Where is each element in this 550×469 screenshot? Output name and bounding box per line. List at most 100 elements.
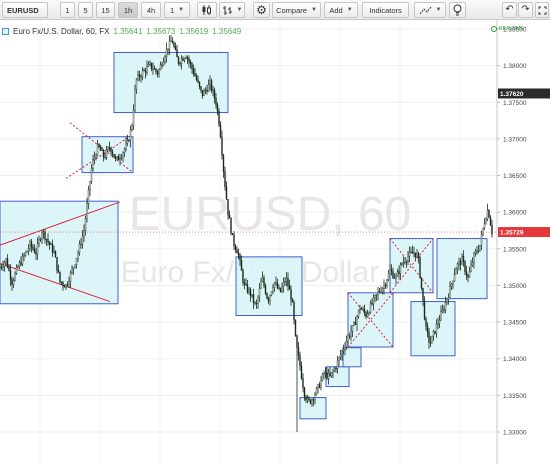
candle-body <box>51 243 54 253</box>
candle-body <box>225 186 228 200</box>
candle-body <box>216 104 219 112</box>
rectangle-drawing <box>342 347 362 368</box>
candle-body <box>347 335 349 342</box>
candle-body <box>366 313 369 317</box>
candle-body <box>438 319 441 324</box>
candle-body <box>446 299 448 303</box>
candle-body <box>255 302 258 304</box>
candle-body <box>219 124 222 138</box>
candle-body <box>462 256 465 262</box>
candle-body <box>12 280 15 285</box>
candle-body <box>218 111 220 125</box>
interval-1h-button[interactable]: 1h <box>118 2 138 18</box>
candle-body <box>228 214 231 219</box>
compare-button[interactable]: Compare ▼ <box>272 2 321 18</box>
symbol-input[interactable]: EURUSD <box>2 2 48 18</box>
candle-body <box>399 264 402 274</box>
candle-body <box>350 331 352 337</box>
candle-body <box>384 285 387 287</box>
drawing-tools-dropdown[interactable]: ▼ <box>414 2 446 18</box>
candle-body <box>465 271 468 276</box>
price-tick-label: 1.37500 <box>503 100 527 107</box>
candle-body <box>171 41 174 44</box>
candle-body <box>380 291 382 293</box>
series-legend[interactable]: Euro Fx/U.S. Dollar, 60, FX 1.35641 1.35… <box>2 25 241 37</box>
alert-button[interactable] <box>449 2 466 18</box>
candle-body <box>413 252 415 254</box>
candle-body <box>326 372 328 379</box>
candle-body <box>270 291 273 296</box>
chart-type-dropdown[interactable]: ▼ <box>219 2 245 18</box>
candle-body <box>279 287 282 292</box>
candle-body <box>261 277 264 282</box>
candle-body <box>188 58 190 63</box>
candle-body <box>167 48 169 50</box>
candle-body <box>401 263 403 265</box>
candle-body <box>372 297 375 305</box>
candle-body <box>242 270 244 283</box>
candle-body <box>30 241 33 248</box>
candle-body <box>93 157 96 160</box>
settings-button[interactable]: ⚙ <box>253 2 270 18</box>
candle-body <box>485 219 487 224</box>
watermark-symbol: EURUSD, 60 <box>129 188 412 241</box>
candle-body <box>134 88 136 111</box>
undo-button[interactable]: ↶ <box>502 2 517 18</box>
candle-body <box>132 110 135 127</box>
candle-body <box>144 70 147 73</box>
candle-body <box>416 253 418 258</box>
interval-5m-button[interactable]: 5 <box>78 2 93 18</box>
candle-body <box>143 70 145 72</box>
candle-body <box>378 291 381 293</box>
candle-body <box>476 251 478 253</box>
candle-body <box>122 152 124 158</box>
fullscreen-button[interactable] <box>535 2 549 18</box>
candle-body <box>183 58 186 61</box>
redo-icon: ↷ <box>521 4 530 15</box>
rectangle-drawing <box>81 136 134 174</box>
candle-body <box>201 90 204 97</box>
add-button[interactable]: Add ▼ <box>324 2 358 18</box>
interval-dropdown[interactable]: 1 ▼ <box>164 2 190 18</box>
candle-body <box>137 74 139 80</box>
chart-style-button[interactable] <box>197 2 217 18</box>
chart-area[interactable]: EURUSD, 60 Euro Fx/U.S. Dollar 1.385001.… <box>0 20 550 464</box>
candle-body <box>114 157 117 159</box>
candle-body <box>42 231 45 233</box>
candle-body <box>3 262 6 267</box>
candle-body <box>66 284 69 286</box>
price-tick-label: 1.34000 <box>503 356 527 363</box>
indicators-button[interactable]: Indicators <box>362 2 409 18</box>
interval-15m-button[interactable]: 15 <box>96 2 115 18</box>
candle-body <box>209 80 211 85</box>
candle-body <box>320 379 322 388</box>
chevron-down-icon: ▼ <box>435 7 442 13</box>
candle-body <box>450 283 453 287</box>
candle-body <box>2 266 4 268</box>
candle-body <box>168 40 171 50</box>
redo-button[interactable]: ↷ <box>518 2 533 18</box>
candle-body <box>72 267 75 270</box>
candle-body <box>203 90 205 97</box>
candle-body <box>246 284 249 293</box>
candle-body <box>222 155 225 172</box>
candle-body <box>146 66 148 73</box>
candle-body <box>305 396 307 401</box>
price-tick-label: 1.35000 <box>503 283 527 290</box>
candle-body <box>210 80 213 91</box>
candle-body <box>194 73 196 77</box>
candle-body <box>84 218 87 232</box>
candle-body <box>474 251 477 254</box>
interval-4h-button[interactable]: 4h <box>141 2 161 18</box>
candle-body <box>185 57 187 59</box>
candle-body <box>197 79 199 83</box>
candle-body <box>206 89 208 92</box>
candle-body <box>257 297 259 304</box>
candle-body <box>360 308 363 310</box>
interval-1m-button[interactable]: 1 <box>60 2 75 18</box>
interval-label: 1h <box>123 5 133 15</box>
candle-body <box>345 340 348 348</box>
candle-body <box>317 384 319 389</box>
price-chart[interactable]: EURUSD, 60 Euro Fx/U.S. Dollar 1.385001.… <box>0 20 550 464</box>
candle-body <box>149 62 151 65</box>
